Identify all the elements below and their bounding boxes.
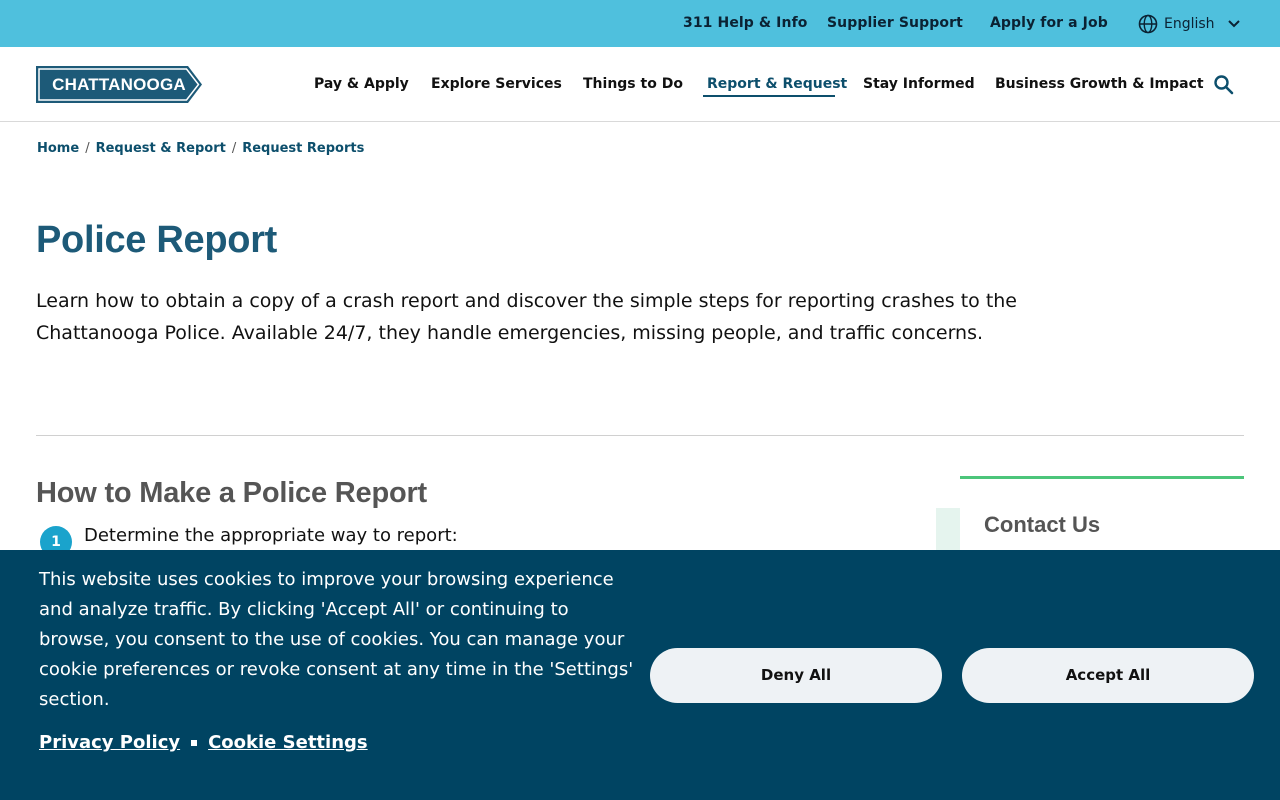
sidebar-top-border: [960, 476, 1244, 479]
step-text: Determine the appropriate way to report:: [84, 525, 458, 546]
breadcrumb: Home / Request & Report / Request Report…: [37, 141, 364, 156]
utility-link-apply-job[interactable]: Apply for a Job: [990, 15, 1108, 31]
active-nav-underline: [703, 95, 835, 97]
link-separator-dot: [191, 739, 198, 746]
utility-link-311-help[interactable]: 311 Help & Info: [683, 15, 807, 31]
breadcrumb-request-report[interactable]: Request & Report: [96, 141, 226, 156]
cookie-banner: This website uses cookies to improve you…: [0, 550, 1280, 800]
utility-bar: 311 Help & Info Supplier Support Apply f…: [0, 0, 1280, 47]
intro-paragraph: Learn how to obtain a copy of a crash re…: [36, 290, 1017, 344]
breadcrumb-separator: /: [85, 141, 90, 156]
search-button[interactable]: [1213, 74, 1235, 96]
nav-business-growth[interactable]: Business Growth & Impact: [995, 76, 1204, 92]
cookie-message: This website uses cookies to improve you…: [39, 569, 634, 710]
breadcrumb-home[interactable]: Home: [37, 141, 79, 156]
section-divider: [36, 435, 1244, 436]
chattanooga-logo[interactable]: CHATTANOOGA: [36, 66, 202, 103]
nav-report-request[interactable]: Report & Request: [707, 76, 847, 92]
cookie-links: Privacy Policy Cookie Settings: [39, 732, 368, 753]
accept-all-button[interactable]: Accept All: [962, 648, 1254, 703]
nav-explore-services[interactable]: Explore Services: [431, 76, 562, 92]
utility-link-supplier-support[interactable]: Supplier Support: [827, 15, 963, 31]
search-icon: [1213, 74, 1235, 96]
cookie-settings-link[interactable]: Cookie Settings: [208, 732, 368, 753]
section-title: How to Make a Police Report: [36, 477, 428, 509]
logo-text: CHATTANOOGA: [52, 75, 186, 94]
contact-us-heading: Contact Us: [984, 512, 1101, 537]
deny-all-button[interactable]: Deny All: [650, 648, 942, 703]
page-title: Police Report: [36, 219, 278, 261]
language-selector[interactable]: English: [1138, 13, 1241, 35]
nav-things-to-do[interactable]: Things to Do: [583, 76, 683, 92]
chevron-down-icon: [1227, 19, 1241, 29]
language-label: English: [1164, 16, 1215, 32]
globe-icon: [1138, 14, 1158, 34]
privacy-policy-link[interactable]: Privacy Policy: [39, 732, 180, 753]
site-header: CHATTANOOGA Pay & Apply Explore Services…: [0, 47, 1280, 122]
nav-stay-informed[interactable]: Stay Informed: [863, 76, 975, 92]
nav-pay-apply[interactable]: Pay & Apply: [314, 76, 409, 92]
breadcrumb-separator: /: [231, 141, 237, 156]
breadcrumb-request-reports[interactable]: Request Reports: [242, 141, 364, 156]
